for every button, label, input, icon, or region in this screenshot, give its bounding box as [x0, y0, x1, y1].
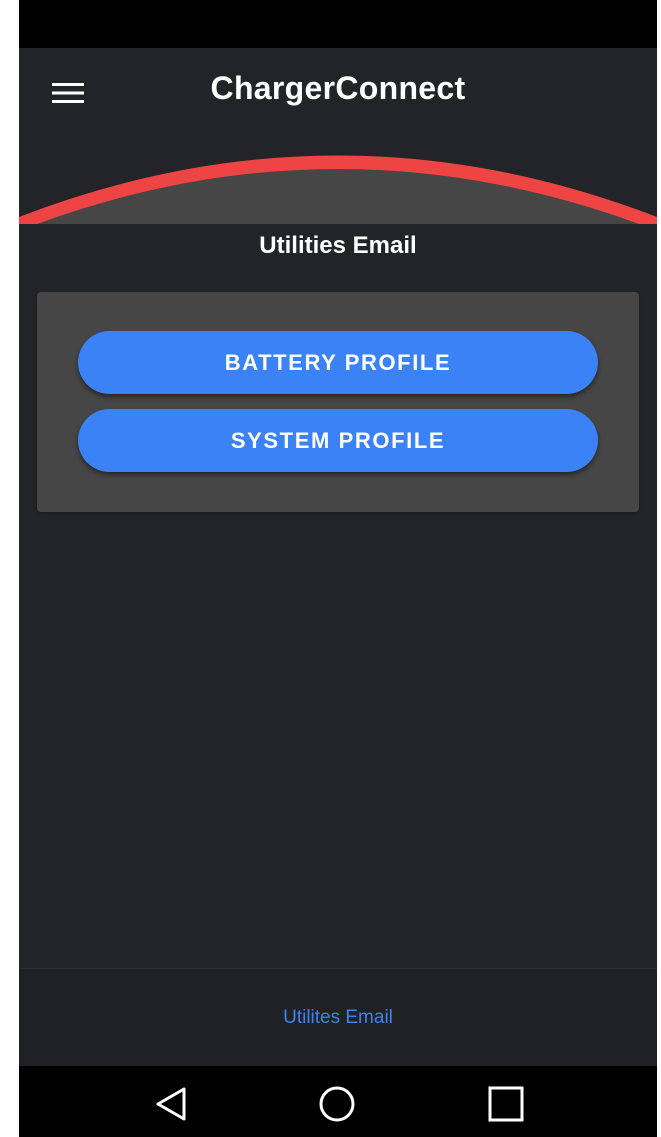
system-profile-button[interactable]: SYSTEM PROFILE — [78, 409, 598, 472]
status-bar — [19, 0, 657, 48]
system-nav-bar — [19, 1066, 657, 1137]
recent-apps-square-icon — [486, 1084, 526, 1124]
home-button[interactable] — [317, 1084, 357, 1124]
back-triangle-icon — [151, 1084, 191, 1124]
home-circle-icon — [317, 1084, 357, 1124]
app-screen: ChargerConnect Utilities Email BATTERY P… — [19, 0, 657, 1137]
bottom-nav-utilities-email[interactable]: Utilites Email — [19, 1007, 657, 1029]
back-button[interactable] — [151, 1084, 191, 1124]
bottom-nav: Utilites Email — [19, 968, 657, 1067]
battery-profile-button[interactable]: BATTERY PROFILE — [78, 331, 598, 394]
profile-card: BATTERY PROFILE SYSTEM PROFILE — [37, 292, 639, 512]
header-arc-graphic — [19, 155, 657, 224]
page-heading: Utilities Email — [259, 232, 417, 259]
recent-apps-button[interactable] — [486, 1084, 526, 1124]
app-title: ChargerConnect — [210, 70, 466, 106]
